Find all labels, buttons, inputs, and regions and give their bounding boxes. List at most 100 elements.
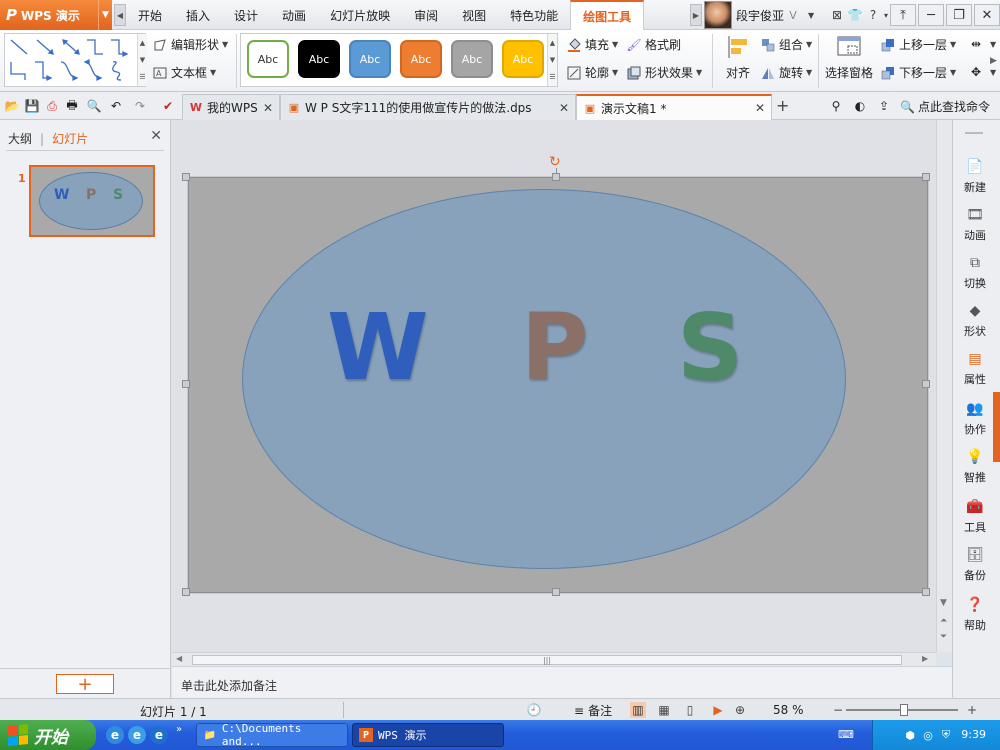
app-menu-caret-icon[interactable]: ▼: [98, 0, 112, 30]
sidebar-item-smart-push[interactable]: 💡 智推: [953, 448, 997, 492]
tab-drawing-tools[interactable]: 绘图工具: [570, 0, 645, 30]
tab-special-features[interactable]: 特色功能: [498, 0, 570, 30]
feedback-icon[interactable]: ⊠: [828, 6, 846, 24]
shape-style-orange[interactable]: Abc: [400, 40, 442, 78]
shape-gallery-scroll-icon[interactable]: ▲ ▼ ☰: [137, 34, 147, 86]
taskbar-item-wps[interactable]: P WPS 演示: [352, 723, 504, 747]
user-name[interactable]: 段宇俊亚: [736, 7, 784, 24]
tray-shield-icon[interactable]: ⛨: [939, 728, 953, 742]
bring-forward-button[interactable]: 上移一层 ▼: [880, 36, 956, 53]
start-button[interactable]: 开始: [0, 720, 96, 750]
group-button[interactable]: 组合 ▼: [760, 36, 812, 53]
normal-view-icon[interactable]: ▥: [630, 702, 646, 718]
slide-sorter-icon[interactable]: ▦: [656, 702, 672, 718]
sidebar-item-shapes[interactable]: ◆ 形状: [953, 302, 997, 346]
share-icon[interactable]: ⇪: [876, 98, 892, 114]
tab-animation[interactable]: 动画: [270, 0, 318, 30]
undo-icon[interactable]: ↶: [108, 98, 124, 114]
skin-icon[interactable]: 👕: [846, 6, 864, 24]
size-distribute-button[interactable]: ✥ ▼: [968, 64, 996, 80]
slide-letter-s[interactable]: S: [677, 302, 743, 394]
sidebar-item-tools[interactable]: 🧰 工具: [953, 498, 997, 542]
rotate-handle-icon[interactable]: ↻: [549, 154, 561, 170]
shape-style-white[interactable]: Abc: [247, 40, 289, 78]
resize-handle-s[interactable]: [552, 588, 560, 596]
next-slide-icon[interactable]: ⏷: [940, 632, 947, 642]
slide-letter-p[interactable]: P: [521, 302, 588, 394]
notes-toggle-button[interactable]: ≡ 备注: [574, 702, 612, 719]
zoom-out-icon[interactable]: −: [830, 702, 846, 718]
tab-slides[interactable]: 幻灯片: [52, 130, 88, 147]
doc-tab-presentation1[interactable]: ▣ 演示文稿1 * ✕: [576, 94, 772, 120]
restore-button[interactable]: ❐: [946, 4, 972, 26]
horizontal-scroll-thumb[interactable]: |||: [192, 655, 902, 665]
shape-style-black[interactable]: Abc: [298, 40, 340, 78]
resize-handle-sw[interactable]: [182, 588, 190, 596]
command-search[interactable]: 🔍 点此查找命令: [900, 98, 990, 115]
edit-shape-button[interactable]: 编辑形状 ▼: [152, 36, 228, 53]
play-slideshow-icon[interactable]: ▶: [710, 702, 726, 718]
ribbon-scroll-right-icon[interactable]: ▶: [990, 56, 997, 66]
slide-thumbnail[interactable]: W P S: [29, 165, 155, 237]
doc-tab-dps-file[interactable]: ▣ W P S文字111的使用做宣传片的做法.dps ✕: [280, 94, 576, 120]
add-slide-button[interactable]: +: [56, 674, 114, 695]
fit-window-icon[interactable]: ⊕: [732, 702, 748, 718]
resize-handle-ne[interactable]: [922, 173, 930, 181]
tray-sync-icon[interactable]: ◎: [921, 728, 935, 742]
zoom-level[interactable]: 58 %: [773, 703, 804, 717]
user-caret-icon[interactable]: ▼: [802, 6, 820, 24]
shape-style-gold[interactable]: Abc: [502, 40, 544, 78]
close-tab-icon[interactable]: ✕: [755, 101, 765, 115]
resize-handle-n[interactable]: [552, 173, 560, 181]
format-painter-button[interactable]: 🖌 格式刷: [626, 36, 681, 53]
close-panel-icon[interactable]: ✕: [150, 128, 162, 144]
zoom-slider-thumb[interactable]: [900, 704, 908, 716]
tray-box-icon[interactable]: ⬢: [903, 728, 917, 742]
sidebar-item-transition[interactable]: ⧉ 切换: [953, 254, 997, 298]
open-folder-icon[interactable]: 📂: [4, 98, 20, 114]
tab-review[interactable]: 审阅: [402, 0, 450, 30]
notes-pane[interactable]: 单击此处添加备注: [172, 666, 952, 698]
close-button[interactable]: ✕: [974, 4, 1000, 26]
doc-tab-my-wps[interactable]: W 我的WPS ✕: [182, 94, 280, 120]
close-tab-icon[interactable]: ✕: [559, 101, 569, 115]
shape-style-blue[interactable]: Abc: [349, 40, 391, 78]
pin-icon[interactable]: ⚲: [828, 98, 844, 114]
internet-explorer-icon[interactable]: e: [106, 726, 124, 744]
slide-letter-w[interactable]: W: [327, 302, 428, 394]
outline-button[interactable]: 轮廓 ▼: [566, 64, 618, 81]
sidebar-item-new[interactable]: 📄 新建: [953, 158, 997, 202]
print-preview-icon[interactable]: 🔍: [86, 98, 102, 114]
tab-insert[interactable]: 插入: [174, 0, 222, 30]
menu-scroll-left-icon[interactable]: ◀: [114, 4, 126, 26]
save-icon[interactable]: 💾: [24, 98, 40, 114]
shape-style-gray[interactable]: Abc: [451, 40, 493, 78]
collapse-ribbon-icon[interactable]: ⤒: [890, 4, 916, 26]
notes-placeholder[interactable]: 单击此处添加备注: [181, 677, 277, 694]
text-box-button[interactable]: A 文本框 ▼: [152, 64, 216, 81]
prev-slide-icon[interactable]: ⏶: [940, 616, 947, 626]
tab-slideshow[interactable]: 幻灯片放映: [318, 0, 402, 30]
resize-handle-w[interactable]: [182, 380, 190, 388]
minimize-button[interactable]: ─: [918, 4, 944, 26]
zoom-in-icon[interactable]: +: [964, 702, 980, 718]
scroll-right-icon[interactable]: ▶: [922, 654, 928, 663]
horizontal-scrollbar[interactable]: ◀ ||| ▶: [172, 652, 936, 666]
quicklaunch-expand-icon[interactable]: »: [176, 724, 182, 735]
selection-pane-button[interactable]: 选择窗格: [822, 34, 876, 86]
avatar[interactable]: [704, 1, 732, 29]
taskbar-item-explorer[interactable]: 📁 C:\Documents and...: [196, 722, 348, 748]
reading-view-icon[interactable]: ▯: [682, 702, 698, 718]
sidebar-item-collaborate[interactable]: 👥 协作: [953, 400, 997, 444]
resize-handle-nw[interactable]: [182, 173, 190, 181]
browser-icon[interactable]: e: [150, 726, 168, 744]
close-tab-icon[interactable]: ✕: [263, 101, 273, 115]
tab-view[interactable]: 视图: [450, 0, 498, 30]
scroll-up-icon[interactable]: ▼: [940, 598, 947, 608]
slide[interactable]: W P S: [188, 177, 928, 593]
align-button[interactable]: 对齐: [712, 34, 764, 86]
vertical-scrollbar[interactable]: ▼ ⏶ ⏷: [936, 120, 952, 652]
align-distribute-button[interactable]: ⇹ ▼: [968, 36, 996, 52]
fill-button[interactable]: 填充 ▼: [566, 36, 618, 53]
sidebar-item-properties[interactable]: ▤ 属性: [953, 350, 997, 394]
